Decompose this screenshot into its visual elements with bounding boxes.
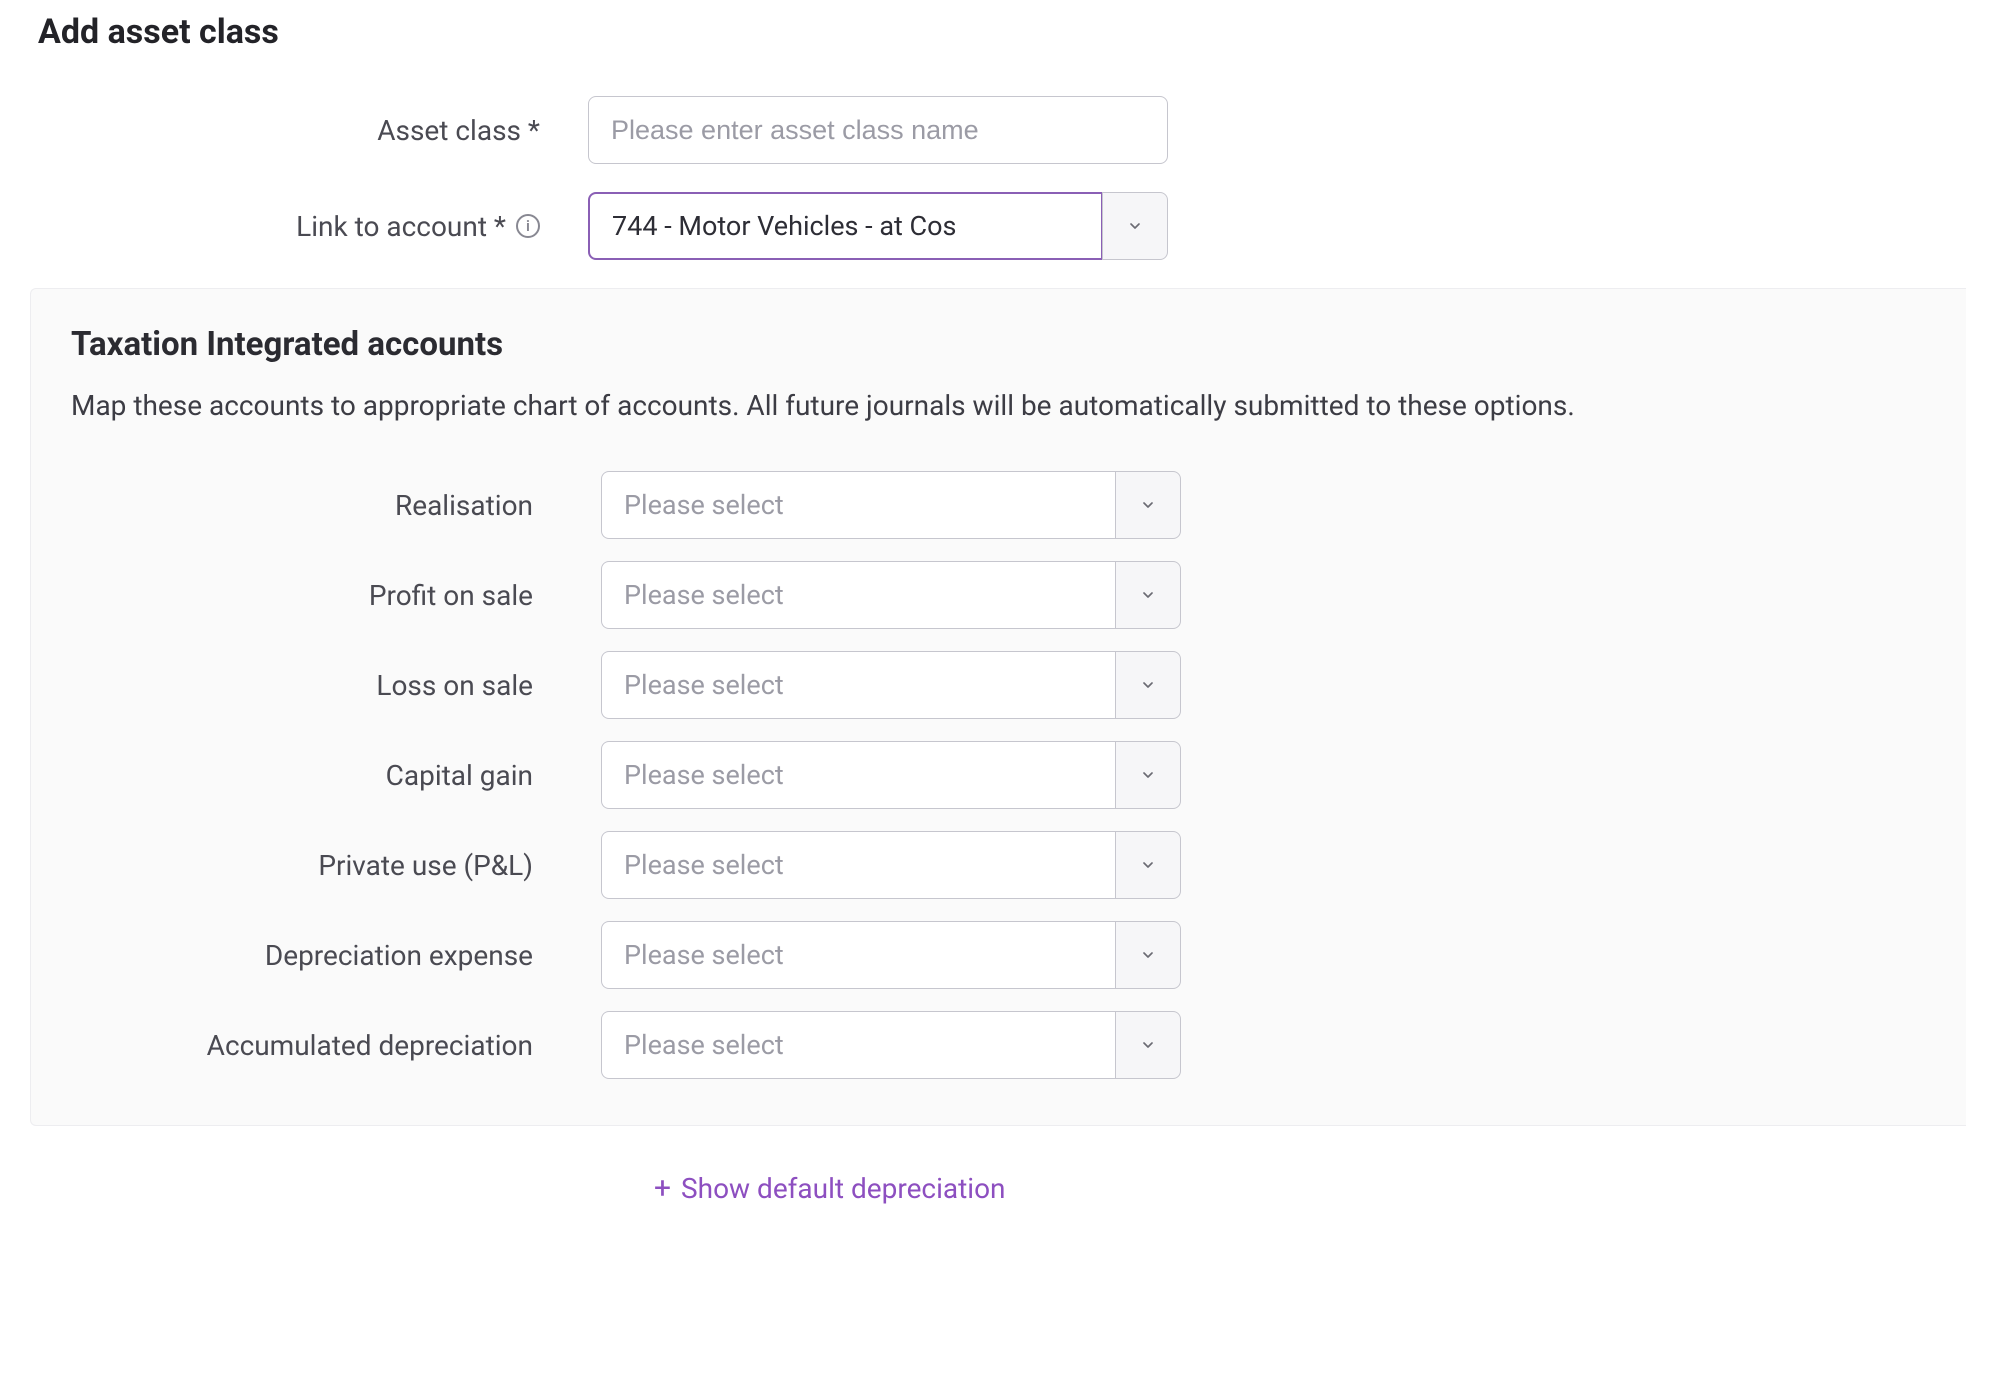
chevron-down-icon <box>1140 947 1156 963</box>
asset-class-row: Asset class * <box>28 96 1966 164</box>
accumulated-depreciation-row: Accumulated depreciation Please select <box>71 1011 1926 1079</box>
page-title: Add asset class <box>38 12 1966 52</box>
panel-title: Taxation Integrated accounts <box>71 325 1926 364</box>
private-use-label: Private use (P&L) <box>71 849 601 882</box>
chevron-down-icon <box>1140 677 1156 693</box>
profit-on-sale-placeholder: Please select <box>601 561 1115 629</box>
capital-gain-placeholder: Please select <box>601 741 1115 809</box>
asset-class-input[interactable] <box>588 96 1168 164</box>
accumulated-depreciation-select[interactable]: Please select <box>601 1011 1181 1079</box>
depreciation-expense-label: Depreciation expense <box>71 939 601 972</box>
link-account-caret[interactable] <box>1102 192 1168 260</box>
asset-class-label: Asset class * <box>28 114 588 147</box>
show-default-depreciation-link[interactable]: Show default depreciation <box>681 1172 1006 1205</box>
loss-on-sale-select[interactable]: Please select <box>601 651 1181 719</box>
private-use-row: Private use (P&L) Please select <box>71 831 1926 899</box>
chevron-down-icon <box>1140 767 1156 783</box>
info-icon[interactable]: i <box>516 214 540 238</box>
show-default-depreciation-row: + Show default depreciation <box>28 1172 1966 1205</box>
realisation-caret[interactable] <box>1115 471 1181 539</box>
depreciation-expense-row: Depreciation expense Please select <box>71 921 1926 989</box>
depreciation-expense-select[interactable]: Please select <box>601 921 1181 989</box>
plus-icon: + <box>654 1174 671 1204</box>
private-use-placeholder: Please select <box>601 831 1115 899</box>
chevron-down-icon <box>1140 587 1156 603</box>
profit-on-sale-label: Profit on sale <box>71 579 601 612</box>
link-account-label-text: Link to account * <box>296 210 506 243</box>
private-use-caret[interactable] <box>1115 831 1181 899</box>
link-account-row: Link to account * i 744 - Motor Vehicles… <box>28 192 1966 260</box>
loss-on-sale-label: Loss on sale <box>71 669 601 702</box>
capital-gain-label: Capital gain <box>71 759 601 792</box>
profit-on-sale-caret[interactable] <box>1115 561 1181 629</box>
taxation-panel: Taxation Integrated accounts Map these a… <box>30 288 1966 1126</box>
loss-on-sale-placeholder: Please select <box>601 651 1115 719</box>
capital-gain-select[interactable]: Please select <box>601 741 1181 809</box>
chevron-down-icon <box>1140 497 1156 513</box>
realisation-row: Realisation Please select <box>71 471 1926 539</box>
profit-on-sale-select[interactable]: Please select <box>601 561 1181 629</box>
chevron-down-icon <box>1140 857 1156 873</box>
accumulated-depreciation-caret[interactable] <box>1115 1011 1181 1079</box>
chevron-down-icon <box>1127 218 1143 234</box>
link-account-select[interactable]: 744 - Motor Vehicles - at Cos <box>588 192 1168 260</box>
loss-on-sale-row: Loss on sale Please select <box>71 651 1926 719</box>
capital-gain-caret[interactable] <box>1115 741 1181 809</box>
chevron-down-icon <box>1140 1037 1156 1053</box>
accumulated-depreciation-placeholder: Please select <box>601 1011 1115 1079</box>
link-account-value: 744 - Motor Vehicles - at Cos <box>588 192 1103 260</box>
realisation-label: Realisation <box>71 489 601 522</box>
loss-on-sale-caret[interactable] <box>1115 651 1181 719</box>
depreciation-expense-caret[interactable] <box>1115 921 1181 989</box>
capital-gain-row: Capital gain Please select <box>71 741 1926 809</box>
link-account-label: Link to account * i <box>28 210 588 243</box>
depreciation-expense-placeholder: Please select <box>601 921 1115 989</box>
private-use-select[interactable]: Please select <box>601 831 1181 899</box>
profit-on-sale-row: Profit on sale Please select <box>71 561 1926 629</box>
realisation-placeholder: Please select <box>601 471 1115 539</box>
panel-description: Map these accounts to appropriate chart … <box>71 386 1926 425</box>
accumulated-depreciation-label: Accumulated depreciation <box>71 1029 601 1062</box>
realisation-select[interactable]: Please select <box>601 471 1181 539</box>
